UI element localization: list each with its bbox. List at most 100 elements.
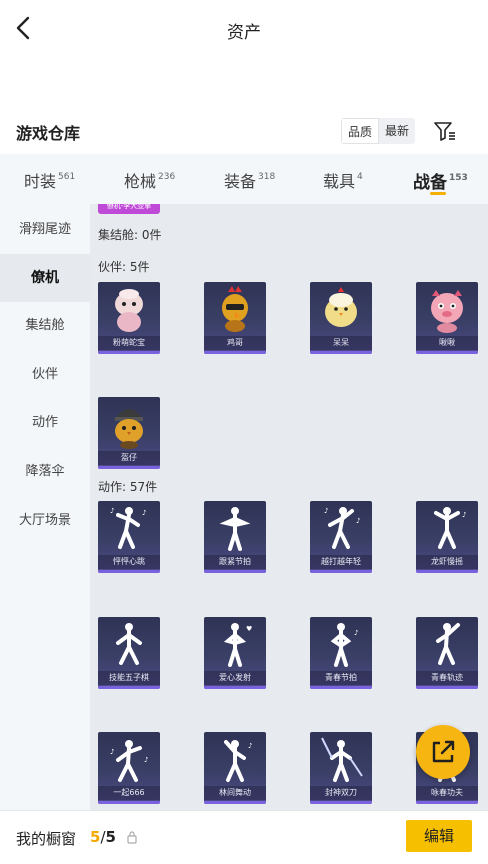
action-card[interactable]: ♪ 林间舞动 [204,732,266,804]
svg-text:♪: ♪ [110,748,114,756]
tab-label: 载具 [323,172,356,191]
top-bar: 资产 [0,0,488,58]
rarity-bar [98,570,160,573]
card-caption: 跟紧节拍 [204,555,266,569]
rarity-bar [204,351,266,354]
edit-button[interactable]: 编辑 [406,820,472,852]
svg-text:♪: ♪ [110,507,114,515]
sidebar-item-action[interactable]: 动作 [0,399,90,447]
card-caption: 咏春功夫 [416,786,478,800]
tab-count: 318 [258,172,276,182]
action-card[interactable]: ♪ ♪ 越打越年轻 [310,501,372,573]
tab-equipment[interactable]: 装备 318 [224,168,275,192]
card-caption: 爱心发射 [204,671,266,685]
filter-button[interactable] [432,118,458,144]
filter-icon [434,122,455,141]
partner-card[interactable]: 粉萌蛇宝 [98,282,160,354]
partner-card[interactable]: 鸡哥 [204,282,266,354]
rarity-bar [98,686,160,689]
action-card[interactable]: ♥ 爱心发射 [204,617,266,689]
card-caption: 林间舞动 [204,786,266,800]
tab-count: 236 [158,172,176,182]
rarity-bar [98,351,160,354]
tab-guns[interactable]: 枪械 236 [124,168,175,192]
dance-pose-icon: ♪ [434,507,466,549]
card-caption: 青春轨迹 [416,671,478,685]
tab-label: 时装 [24,172,57,191]
dance-pose-icon: ♥ [223,623,252,667]
tab-battle-prep[interactable]: 战备 153 [413,168,468,193]
rarity-bar [310,686,372,689]
svg-text:♪: ♪ [142,509,146,517]
group-label-action: 动作: 57件 [98,480,158,494]
svg-text:♪: ♪ [324,507,328,515]
warehouse-header: 游戏仓库 品质 最新 [0,112,488,152]
rarity-bar [416,686,478,689]
showcase-current: 5 [90,828,101,846]
dance-pose-icon: ♪ ♪ [110,507,146,549]
rarity-bar [204,686,266,689]
sort-toggle: 品质 最新 [341,118,416,144]
partner-card[interactable]: 盔仔 [98,397,160,469]
sidebar-item-glide-trail[interactable]: 滑翔尾迹 [0,206,90,254]
assets-page: 资产 游戏仓库 品质 最新 时装 561 枪械 236 装备 318 载具 4 战备 15… [0,0,488,864]
partner-card[interactable]: 呆呆 [310,282,372,354]
card-caption: 怦怦心跳 [98,555,160,569]
tab-label: 装备 [224,172,257,191]
sidebar-item-parachute[interactable]: 降落伞 [0,448,90,496]
warehouse-title: 游戏仓库 [16,124,81,143]
dance-pose-icon [436,623,460,665]
rarity-bar [416,351,478,354]
sort-quality-button[interactable]: 品质 [341,118,380,144]
svg-text:♪: ♪ [354,629,358,637]
partner-card[interactable]: 啾啾 [416,282,478,354]
action-card[interactable]: 技能五子棋 [98,617,160,689]
action-card[interactable]: 封神双刀 [310,732,372,804]
rarity-bar [98,466,160,469]
rarity-bar [416,801,478,804]
sidebar-item-lobby-scene[interactable]: 大厅场景 [0,497,90,545]
action-card[interactable]: 青春轨迹 [416,617,478,689]
action-card[interactable]: ♪ 青春节拍 [310,617,372,689]
rarity-bar [98,801,160,804]
rarity-bar [204,801,266,804]
card-caption: 青春节拍 [310,671,372,685]
card-caption: 鸡哥 [204,336,266,350]
tab-vehicles[interactable]: 载具 4 [323,168,363,192]
action-card[interactable]: ♪ ♪ 怦怦心跳 [98,501,160,573]
action-card[interactable]: ♪ 龙虾慢摇 [416,501,478,573]
item-grid: 僚机-李大壶擎 集结舱: 0件 伙伴: 5件 粉萌蛇宝 鸡哥 呆呆 啾啾 盔仔 … [90,204,488,810]
share-button[interactable] [416,725,470,779]
sidebar-item-rally-pod[interactable]: 集结舱 [0,302,90,350]
tab-count: 561 [58,172,76,182]
svg-text:♪: ♪ [144,756,148,764]
rarity-bar [310,801,372,804]
action-card[interactable]: ♪ ♪ 一起666 [98,732,160,804]
sort-newest-button[interactable]: 最新 [379,118,415,144]
share-icon [432,740,455,763]
svg-text:♪: ♪ [356,517,360,525]
dance-pose-icon: ♪ ♪ [324,507,360,549]
lock-icon [127,831,137,844]
svg-text:♪: ♪ [462,511,466,519]
dance-pose-icon [116,623,142,665]
wingman-item-tag[interactable]: 僚机-李大壶擎 [98,204,160,214]
group-label-rally-pod: 集结舱: 0件 [98,228,162,242]
rarity-bar [310,351,372,354]
showcase-bar: 我的橱窗 5/5 编辑 [0,810,488,864]
page-title: 资产 [227,23,261,43]
showcase-total: 5 [105,828,116,846]
tab-fashion[interactable]: 时装 561 [24,168,75,192]
card-caption: 封神双刀 [310,786,372,800]
sidebar-item-partner[interactable]: 伙伴 [0,351,90,399]
dance-pose-icon: ♪ [224,740,252,782]
action-card[interactable]: 跟紧节拍 [204,501,266,573]
rarity-bar [204,570,266,573]
chick-icon [325,287,357,327]
active-tab-indicator [430,192,446,195]
dance-pose-icon: ♪ [330,623,358,667]
dance-pose-icon: ♪ ♪ [110,740,148,782]
sidebar-item-wingman[interactable]: 僚机 [0,254,90,302]
rarity-bar [416,570,478,573]
dual-blade-pose-icon [321,737,363,782]
